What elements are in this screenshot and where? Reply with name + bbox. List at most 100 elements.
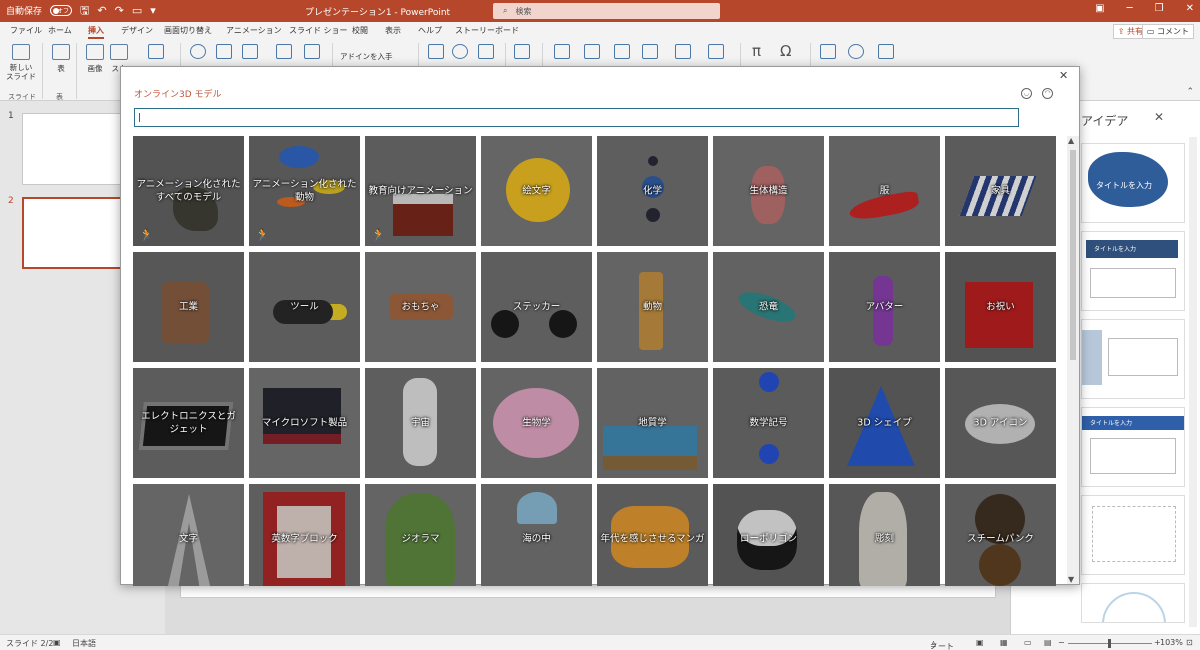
design-idea-thumbnail[interactable]	[1081, 583, 1185, 623]
slide-sorter-icon[interactable]: ▦	[1000, 638, 1008, 647]
chart-icon[interactable]	[304, 44, 320, 59]
textbox-icon[interactable]	[554, 44, 570, 59]
category-tile[interactable]: ステッカー	[481, 252, 592, 362]
minimize-icon[interactable]: ─	[1127, 3, 1133, 14]
audio-icon[interactable]	[848, 44, 864, 59]
category-tile[interactable]: 化学	[597, 136, 708, 246]
category-tile[interactable]: 地質学	[597, 368, 708, 478]
accessibility-icon[interactable]: ▣	[53, 638, 61, 647]
tab-file[interactable]: ファイル	[10, 25, 42, 36]
smartart-icon[interactable]	[276, 44, 292, 59]
design-idea-thumbnail[interactable]: タイトルを入力	[1081, 231, 1185, 311]
header-footer-icon[interactable]	[584, 44, 600, 59]
slideshow-view-icon[interactable]: ▤	[1044, 638, 1052, 647]
category-tile[interactable]: 恐竜	[713, 252, 824, 362]
slide-number-icon[interactable]	[675, 44, 691, 59]
shapes-icon[interactable]	[190, 44, 206, 59]
category-tile[interactable]: 絵文字	[481, 136, 592, 246]
tab-help[interactable]: ヘルプ	[418, 25, 442, 36]
icons-icon[interactable]	[216, 44, 232, 59]
model-search-input[interactable]	[134, 108, 1019, 127]
table-button[interactable]: 表	[52, 44, 70, 74]
datetime-icon[interactable]	[642, 44, 658, 59]
category-tile[interactable]: 生体構造	[713, 136, 824, 246]
comment-button[interactable]: ▭ コメント	[1141, 24, 1194, 39]
category-tile[interactable]: 工業	[133, 252, 244, 362]
category-tile[interactable]: 海の中	[481, 484, 592, 586]
fit-slide-icon[interactable]: ⊡	[1186, 638, 1193, 647]
category-tile[interactable]: 3D アイコン	[945, 368, 1056, 478]
category-tile[interactable]: 生物学	[481, 368, 592, 478]
save-icon[interactable]: 🖫	[80, 4, 89, 17]
link-icon[interactable]	[452, 44, 468, 59]
category-tile[interactable]: 服	[829, 136, 940, 246]
category-tile[interactable]: 3D シェイプ	[829, 368, 940, 478]
equation-icon[interactable]: π	[752, 42, 761, 60]
language-indicator[interactable]: 日本語	[72, 638, 96, 649]
ribbon-display-icon[interactable]: ▣	[1095, 3, 1104, 14]
category-tile[interactable]: 英数字ブロック	[249, 484, 360, 586]
comment-insert-icon[interactable]	[514, 44, 530, 59]
tab-transitions[interactable]: 画面切り替え	[164, 25, 212, 36]
present-icon[interactable]: ▭	[132, 4, 142, 17]
category-tile[interactable]: アニメーション化された 動物 🏃	[249, 136, 360, 246]
category-tile[interactable]: 数学記号	[713, 368, 824, 478]
dialog-scrollbar[interactable]: ▲ ▼	[1067, 136, 1079, 584]
design-idea-thumbnail[interactable]	[1081, 495, 1185, 575]
new-slide-button[interactable]: 新しい スライド	[6, 44, 36, 81]
close-pane-icon[interactable]: ✕	[1154, 110, 1164, 124]
category-tile[interactable]: マイクロソフト製品	[249, 368, 360, 478]
close-window-icon[interactable]: ✕	[1186, 3, 1194, 14]
video-icon[interactable]	[820, 44, 836, 59]
design-idea-thumbnail[interactable]	[1081, 319, 1185, 399]
photo-album-icon[interactable]	[148, 44, 164, 59]
customize-qat-icon[interactable]: ▾	[150, 4, 156, 17]
category-tile[interactable]: 年代を感じさせるマンガ	[597, 484, 708, 586]
category-tile[interactable]: おもちゃ	[365, 252, 476, 362]
collapse-ribbon-icon[interactable]: ⌃	[1186, 87, 1194, 97]
autosave-toggle[interactable]: オフ	[50, 5, 73, 16]
design-idea-thumbnail[interactable]: タイトルを入力	[1081, 407, 1185, 487]
close-dialog-icon[interactable]: ✕	[1059, 69, 1068, 82]
pane-scrollbar[interactable]	[1189, 137, 1197, 627]
category-tile[interactable]: 家具	[945, 136, 1056, 246]
design-idea-thumbnail[interactable]: タイトルを入力	[1081, 143, 1185, 223]
category-tile[interactable]: アニメーション化された すべてのモデル 🏃	[133, 136, 244, 246]
zoom-out-icon[interactable]: −	[1058, 638, 1065, 647]
image-button[interactable]: 画像	[86, 44, 104, 74]
tab-insert[interactable]: 挿入	[88, 25, 104, 39]
redo-icon[interactable]: ↷	[115, 4, 124, 17]
category-tile[interactable]: スチームパンク	[945, 484, 1056, 586]
category-tile[interactable]: 彫刻	[829, 484, 940, 586]
category-tile[interactable]: ツール	[249, 252, 360, 362]
category-tile[interactable]: アバター	[829, 252, 940, 362]
category-tile[interactable]: 教育向けアニメーション 🏃	[365, 136, 476, 246]
zoom-icon[interactable]	[428, 44, 444, 59]
category-tile[interactable]: 動物	[597, 252, 708, 362]
category-tile[interactable]: 文字	[133, 484, 244, 586]
tab-animations[interactable]: アニメーション	[226, 25, 282, 36]
reading-view-icon[interactable]: ▭	[1024, 638, 1032, 647]
3d-models-icon[interactable]	[242, 44, 258, 59]
symbol-icon[interactable]: Ω	[780, 42, 791, 60]
category-tile[interactable]: ジオラマ	[365, 484, 476, 586]
tab-slideshow[interactable]: スライド ショー	[289, 25, 348, 36]
tab-design[interactable]: デザイン	[121, 25, 153, 36]
zoom-level[interactable]: 103%	[1160, 638, 1183, 647]
tab-home[interactable]: ホーム	[48, 25, 72, 36]
tab-review[interactable]: 校閲	[352, 25, 368, 36]
frown-feedback-icon[interactable]: ◠	[1042, 88, 1053, 99]
smile-feedback-icon[interactable]: ◡	[1021, 88, 1032, 99]
undo-icon[interactable]: ↶	[97, 4, 106, 17]
tell-me-search[interactable]: ⌕ 検索	[493, 3, 720, 19]
normal-view-icon[interactable]: ▣	[976, 638, 984, 647]
object-icon[interactable]	[708, 44, 724, 59]
scroll-down-icon[interactable]: ▼	[1068, 575, 1074, 584]
restore-icon[interactable]: ❐	[1155, 3, 1164, 14]
category-tile[interactable]: エレクトロニクスとガ ジェット	[133, 368, 244, 478]
tab-view[interactable]: 表示	[385, 25, 401, 36]
scroll-up-icon[interactable]: ▲	[1068, 136, 1074, 145]
get-addins-button[interactable]: アドインを入手	[340, 51, 393, 62]
category-tile[interactable]: お祝い	[945, 252, 1056, 362]
screen-recording-icon[interactable]	[878, 44, 894, 59]
